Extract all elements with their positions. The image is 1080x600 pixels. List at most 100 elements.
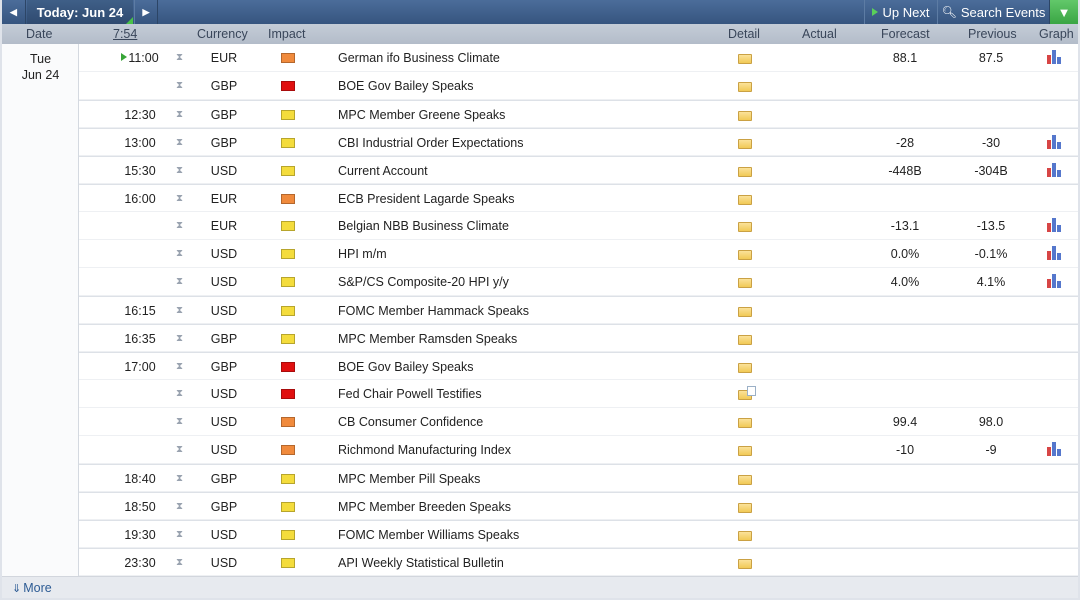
event-row[interactable]: ⧗ GBP BOE Gov Bailey Speaks <box>79 72 1078 100</box>
event-title[interactable]: ECB President Lagarde Speaks <box>338 192 515 206</box>
up-next-button[interactable]: Up Next <box>864 0 936 24</box>
detail-folder-icon[interactable] <box>738 363 752 373</box>
event-title[interactable]: S&P/CS Composite-20 HPI y/y <box>338 275 509 289</box>
detail-folder-icon[interactable] <box>738 531 752 541</box>
search-events-button[interactable]: 🔍︎ Search Events <box>937 0 1049 24</box>
impact-low-icon[interactable] <box>281 138 295 148</box>
graph-icon[interactable] <box>1047 274 1063 288</box>
impact-low-icon[interactable] <box>281 277 295 287</box>
event-title[interactable]: BOE Gov Bailey Speaks <box>338 79 473 93</box>
graph-icon[interactable] <box>1047 442 1063 456</box>
detail-folder-icon[interactable] <box>738 559 752 569</box>
event-row[interactable]: ⧗ USD S&P/CS Composite-20 HPI y/y 4.0% 4.1% <box>79 268 1078 296</box>
detail-folder-icon[interactable] <box>738 446 752 456</box>
more-link[interactable]: ⇓ More <box>12 581 52 595</box>
sound-icon[interactable]: ⧗ <box>176 305 188 316</box>
event-row[interactable]: 15:30 ⧗ USD Current Account -448B -304B <box>79 156 1078 184</box>
sound-icon[interactable]: ⧗ <box>176 193 188 204</box>
event-row[interactable]: 12:30 ⧗ GBP MPC Member Greene Speaks <box>79 100 1078 128</box>
event-row[interactable]: 17:00 ⧗ GBP BOE Gov Bailey Speaks <box>79 352 1078 380</box>
detail-folder-icon[interactable] <box>738 195 752 205</box>
event-title[interactable]: MPC Member Greene Speaks <box>338 108 505 122</box>
event-row[interactable]: ⧗ USD Richmond Manufacturing Index -10 -9 <box>79 436 1078 464</box>
event-previous[interactable]: -304B <box>957 164 1025 178</box>
event-title[interactable]: Richmond Manufacturing Index <box>338 443 511 457</box>
graph-icon[interactable] <box>1047 246 1063 260</box>
sound-icon[interactable]: ⧗ <box>176 276 188 287</box>
detail-folder-icon[interactable] <box>738 475 752 485</box>
impact-high-icon[interactable] <box>281 362 295 372</box>
prev-day-button[interactable]: ◀ <box>2 0 26 24</box>
sound-icon[interactable]: ⧗ <box>176 52 188 63</box>
event-row[interactable]: 18:50 ⧗ GBP MPC Member Breeden Speaks <box>79 492 1078 520</box>
event-title[interactable]: BOE Gov Bailey Speaks <box>338 360 473 374</box>
graph-icon[interactable] <box>1047 135 1063 149</box>
impact-high-icon[interactable] <box>281 389 295 399</box>
event-title[interactable]: MPC Member Pill Speaks <box>338 472 480 486</box>
graph-icon[interactable] <box>1047 163 1063 177</box>
event-title[interactable]: HPI m/m <box>338 247 387 261</box>
sound-icon[interactable]: ⧗ <box>176 333 188 344</box>
detail-folder-icon[interactable] <box>738 82 752 92</box>
impact-low-icon[interactable] <box>281 474 295 484</box>
event-row[interactable]: 19:30 ⧗ USD FOMC Member Williams Speaks <box>79 520 1078 548</box>
sound-icon[interactable]: ⧗ <box>176 473 188 484</box>
detail-folder-icon[interactable] <box>738 167 752 177</box>
impact-high-icon[interactable] <box>281 81 295 91</box>
detail-folder-icon[interactable] <box>738 54 752 64</box>
sound-icon[interactable]: ⧗ <box>176 361 188 372</box>
event-title[interactable]: MPC Member Ramsden Speaks <box>338 332 517 346</box>
event-row[interactable]: 18:40 ⧗ GBP MPC Member Pill Speaks <box>79 464 1078 492</box>
sound-icon[interactable]: ⧗ <box>176 80 188 91</box>
event-title[interactable]: German ifo Business Climate <box>338 51 500 65</box>
detail-folder-icon[interactable] <box>738 278 752 288</box>
impact-low-icon[interactable] <box>281 110 295 120</box>
impact-medium-icon[interactable] <box>281 194 295 204</box>
sound-icon[interactable]: ⧗ <box>176 416 188 427</box>
detail-folder-icon[interactable] <box>738 335 752 345</box>
today-label[interactable]: Today: Jun 24 <box>27 0 133 24</box>
event-row[interactable]: ⧗ USD Fed Chair Powell Testifies <box>79 380 1078 408</box>
sound-icon[interactable]: ⧗ <box>176 109 188 120</box>
event-row[interactable]: ⧗ USD CB Consumer Confidence 99.4 98.0 <box>79 408 1078 436</box>
detail-folder-icon[interactable] <box>738 250 752 260</box>
detail-folder-icon[interactable] <box>738 503 752 513</box>
event-row[interactable]: 11:00 ⧗ EUR German ifo Business Climate 88.1… <box>79 44 1078 72</box>
event-title[interactable]: FOMC Member Williams Speaks <box>338 528 519 542</box>
current-time[interactable]: 7:54 <box>113 27 137 41</box>
event-row[interactable]: 16:00 ⧗ EUR ECB President Lagarde Speaks <box>79 184 1078 212</box>
event-title[interactable]: MPC Member Breeden Speaks <box>338 500 511 514</box>
event-title[interactable]: FOMC Member Hammack Speaks <box>338 304 529 318</box>
sound-icon[interactable]: ⧗ <box>176 388 188 399</box>
event-row[interactable]: 13:00 ⧗ GBP CBI Industrial Order Expectatio… <box>79 128 1078 156</box>
impact-low-icon[interactable] <box>281 558 295 568</box>
filter-button[interactable]: ▼ <box>1049 0 1078 24</box>
event-previous[interactable]: 87.5 <box>957 51 1025 65</box>
detail-folder-icon[interactable] <box>738 386 756 400</box>
detail-folder-icon[interactable] <box>738 307 752 317</box>
sound-icon[interactable]: ⧗ <box>176 137 188 148</box>
event-row[interactable]: 16:15 ⧗ USD FOMC Member Hammack Speaks <box>79 296 1078 324</box>
event-title[interactable]: API Weekly Statistical Bulletin <box>338 556 504 570</box>
event-previous[interactable]: -9 <box>957 443 1025 457</box>
event-row[interactable]: 23:30 ⧗ USD API Weekly Statistical Bulletin <box>79 548 1078 576</box>
sound-icon[interactable]: ⧗ <box>176 248 188 259</box>
detail-folder-icon[interactable] <box>738 111 752 121</box>
graph-icon[interactable] <box>1047 50 1063 64</box>
event-title[interactable]: CBI Industrial Order Expectations <box>338 136 524 150</box>
event-title[interactable]: Belgian NBB Business Climate <box>338 219 509 233</box>
event-previous[interactable]: 4.1% <box>957 275 1025 289</box>
impact-low-icon[interactable] <box>281 249 295 259</box>
event-previous[interactable]: -0.1% <box>957 247 1025 261</box>
impact-medium-icon[interactable] <box>281 53 295 63</box>
event-previous[interactable]: -30 <box>957 136 1025 150</box>
event-title[interactable]: CB Consumer Confidence <box>338 415 483 429</box>
impact-medium-icon[interactable] <box>281 417 295 427</box>
event-previous[interactable]: 98.0 <box>957 415 1025 429</box>
impact-low-icon[interactable] <box>281 502 295 512</box>
impact-low-icon[interactable] <box>281 530 295 540</box>
detail-folder-icon[interactable] <box>738 418 752 428</box>
impact-low-icon[interactable] <box>281 221 295 231</box>
detail-folder-icon[interactable] <box>738 222 752 232</box>
event-title[interactable]: Current Account <box>338 164 428 178</box>
